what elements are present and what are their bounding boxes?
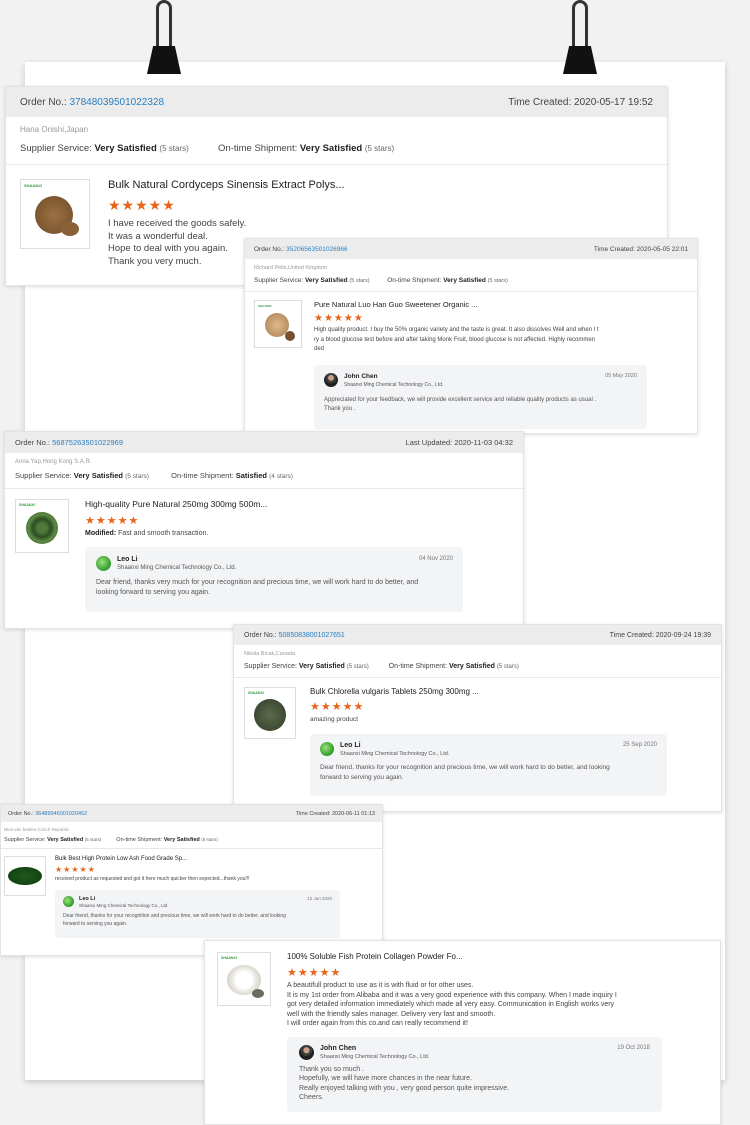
ratings-line: Supplier Service: Very Satisfied (5 star… (244, 663, 519, 670)
order-header: Order No.: 36489946001020452 Time Create… (1, 805, 382, 822)
product-title[interactable]: Bulk Chlorella vulgaris Tablets 250mg 30… (310, 687, 667, 696)
seller-reply: Leo Li Shaanxi Ming Chemical Technology … (310, 734, 667, 796)
review-card: Order No.: 50850838001027651 Time Create… (233, 624, 722, 812)
review-card: Order No.: 36489946001020452 Time Create… (0, 804, 383, 956)
product-thumbnail[interactable]: SHAANXI (244, 687, 296, 739)
binder-clip-icon (563, 0, 597, 76)
product-title[interactable]: High-quality Pure Natural 250mg 300mg 50… (85, 499, 463, 509)
buyer-info: Nikola Bicak,Canada (244, 651, 296, 657)
rating-stars: ★★★★★ (310, 701, 365, 713)
product-thumbnail[interactable]: SHAANXI (217, 952, 271, 1006)
buyer-info: Anna Yap,Hong Kong S.A.R. (15, 459, 92, 465)
reply-author: John Chen (320, 1044, 357, 1052)
order-number-link[interactable]: 35206563501026966 (286, 246, 347, 253)
binder-clip-icon (147, 0, 181, 76)
review-card: Order No.: 56875263501022969 Last Update… (4, 431, 524, 629)
rating-stars: ★★★★★ (314, 313, 364, 324)
order-header: Order No.: 50850838001027651 Time Create… (234, 625, 721, 645)
reply-date: 25 Sep 2020 (622, 742, 657, 748)
avatar (96, 556, 111, 571)
rating-stars: ★★★★★ (55, 865, 96, 874)
reply-text: Dear friend, thanks very much for your r… (96, 579, 419, 596)
reply-text: Dear friend, thanks for your recognition… (63, 913, 286, 927)
order-time: 2020-05-17 19:52 (574, 96, 653, 108)
order-header: Order No.: 56875263501022969 Last Update… (5, 432, 523, 453)
ratings-line: Supplier Service: Very Satisfied (5 star… (15, 471, 293, 480)
reply-company: Shaanxi Ming Chemical Technology Co., Lt… (344, 381, 444, 388)
product-title[interactable]: Bulk Natural Cordyceps Sinensis Extract … (108, 179, 345, 191)
review-card: Order No.: 35206563501026966 Time Create… (244, 238, 698, 434)
review-card: SHAANXI 100% Soluble Fish Protein Collag… (204, 940, 721, 1125)
avatar (299, 1044, 314, 1060)
seller-reply: John Chen Shaanxi Ming Chemical Technolo… (287, 1036, 662, 1112)
product-title[interactable]: Pure Natural Luo Han Guo Sweetener Organ… (314, 300, 644, 309)
reply-date: 12 Jun 2020 (307, 896, 332, 901)
product-thumbnail[interactable]: SHAANXI (15, 499, 69, 553)
seller-reply: Leo Li Shaanxi Ming Chemical Technology … (55, 890, 340, 938)
rating-stars: ★★★★★ (108, 197, 176, 213)
order-number-link[interactable]: 37848039501022328 (69, 97, 164, 108)
reply-author: Leo Li (340, 742, 361, 749)
time-label: Time Created: (508, 96, 572, 108)
order-time: 2020-11-03 04:32 (454, 438, 513, 447)
product-thumbnail[interactable] (4, 856, 46, 896)
seller-reply: John Chen Shaanxi Ming Chemical Technolo… (314, 364, 647, 429)
product-title[interactable]: Bulk Best High Protein Low Ash Food Grad… (55, 856, 340, 862)
order-number-link[interactable]: 36489946001020452 (35, 811, 87, 817)
review-text: Modified: Fast and smooth transaction. (85, 530, 209, 537)
order-number-link[interactable]: 56875263501022969 (52, 438, 123, 447)
order-time: 2020-06-11 01:13 (331, 810, 375, 817)
review-text: High quality product. I buy the 50% orga… (314, 327, 599, 352)
reply-date: 19 Oct 2018 (617, 1044, 650, 1051)
reply-company: Shaanxi Ming Chemical Technology Co., Lt… (340, 751, 450, 757)
reply-author: Leo Li (79, 896, 96, 902)
reply-company: Shaanxi Ming Chemical Technology Co., Lt… (117, 565, 237, 571)
review-text: A beautifull product to use as it is wit… (287, 982, 617, 1028)
ratings-line: Supplier Service: Very Satisfied (5 star… (20, 143, 395, 154)
seller-reply: Leo Li Shaanxi Ming Chemical Technology … (85, 547, 463, 612)
review-text: amazing product (310, 716, 359, 723)
order-header: Order No.: 35206563501026966 Time Create… (245, 239, 697, 259)
reply-author: John Chen (344, 372, 378, 380)
product-thumbnail[interactable]: SHAANXI (20, 179, 90, 249)
rating-stars: ★★★★★ (85, 515, 140, 527)
reply-text: Thank you so much . Hopefully, we will ha… (299, 1065, 510, 1101)
buyer-info: Nice van beelen,Czech Republic (4, 827, 70, 832)
order-label: Order No.: (20, 96, 67, 108)
reply-date: 04 Nov 2020 (418, 556, 453, 562)
product-thumbnail[interactable]: SHAANXI (254, 300, 302, 348)
review-text: received product as requested and got it… (55, 876, 250, 882)
avatar (320, 742, 334, 756)
order-number-link[interactable]: 50850838001027651 (279, 632, 345, 639)
product-title[interactable]: 100% Soluble Fish Protein Collagen Powde… (287, 952, 662, 961)
buyer-info: Richard Pells,United Kingdom (254, 265, 328, 271)
reply-author: Leo Li (117, 556, 138, 563)
avatar (63, 896, 74, 907)
reply-text: Dear friend, thanks for your recognition… (320, 764, 610, 781)
avatar (324, 372, 338, 387)
reply-company: Shaanxi Ming Chemical Technology Co., Lt… (79, 903, 169, 908)
ratings-line: Supplier Service: Very Satisfied (5 star… (254, 277, 508, 284)
order-header: Order No.: 37848039501022328 Time Create… (6, 87, 667, 117)
reply-text: Appreciated for your feedback, we will p… (324, 396, 597, 412)
buyer-info: Hana Onishi,Japan (20, 125, 89, 134)
reply-company: Shaanxi Ming Chemical Technology Co., Lt… (320, 1053, 430, 1060)
order-time: 2020-09-24 19:39 (655, 631, 711, 639)
ratings-line: Supplier Service: Very Satisfied (5 star… (4, 837, 218, 843)
rating-stars: ★★★★★ (287, 967, 342, 979)
order-time: 2020-05-05 22:01 (636, 245, 688, 253)
reply-date: 05 May 2020 (605, 372, 637, 379)
